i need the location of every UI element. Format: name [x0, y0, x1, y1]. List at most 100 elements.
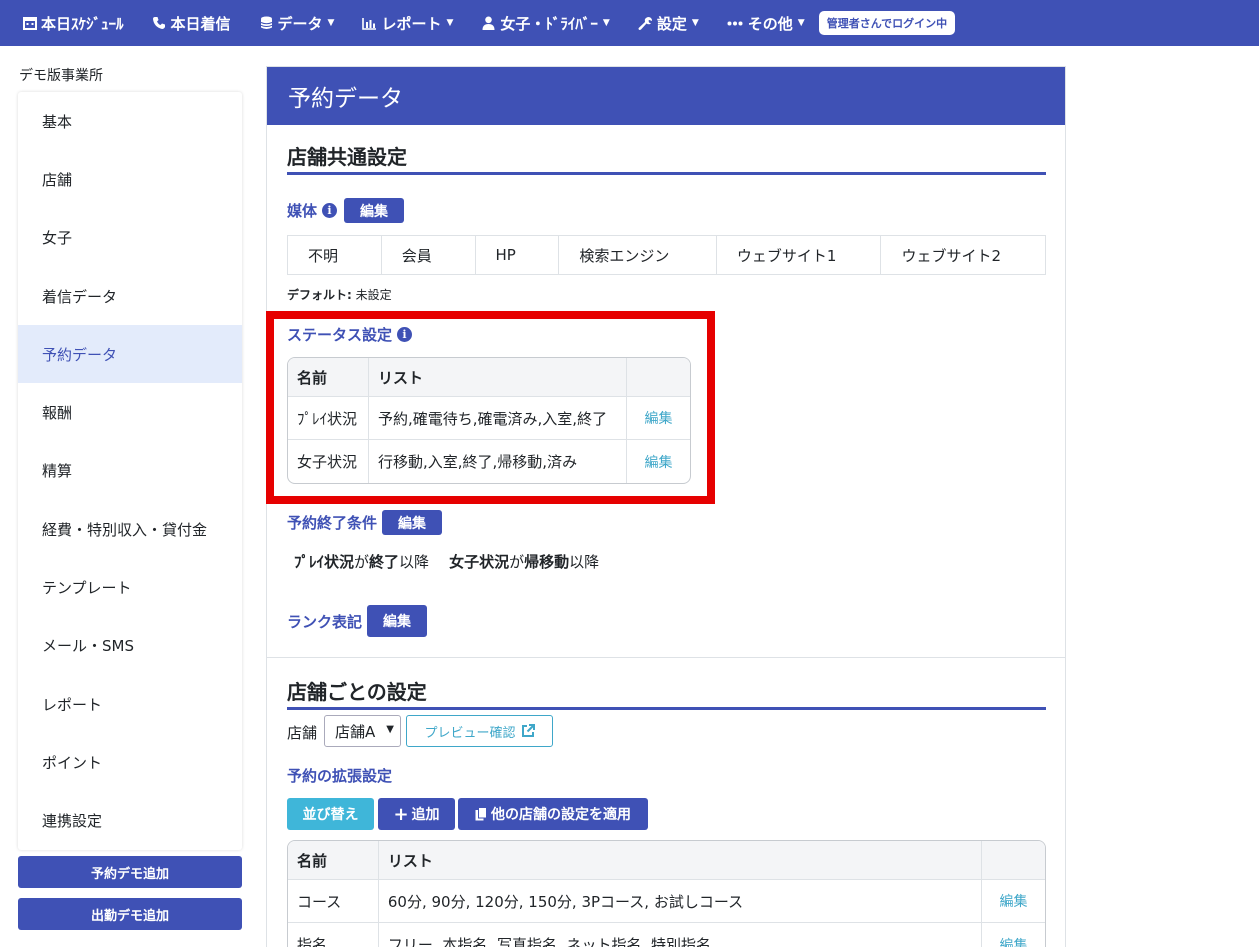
sort-button[interactable]: 並び替え: [287, 798, 374, 830]
nav-report-menu[interactable]: レポート ▼: [362, 13, 453, 34]
end-cond-a-after: 以降: [399, 553, 430, 571]
preview-button[interactable]: プレビュー確認: [406, 715, 553, 747]
extension-name: 指名: [288, 923, 379, 947]
copy-icon: [475, 807, 487, 821]
shop-label: 店舗: [287, 724, 318, 742]
database-icon: [259, 16, 274, 31]
add-button[interactable]: + 追加: [378, 798, 455, 830]
extension-table: 名前 リスト コース 60分, 90分, 120分, 150分, 3Pコース, …: [287, 840, 1046, 947]
end-condition-text: ﾌﾟﾚｲ状況が終了以降 女子状況が帰移動以降: [294, 551, 599, 572]
extension-edit-link[interactable]: 編集: [1000, 935, 1028, 947]
end-cond-a-mid: が: [354, 553, 370, 571]
top-navbar: 本日ｽｹｼﾞｭｰﾙ 本日着信 データ ▼ レポート ▼ 女子・ﾄﾞﾗｲﾊﾞｰ ▼…: [0, 0, 1259, 46]
apply-other-shop-button[interactable]: 他の店舗の設定を適用: [458, 798, 648, 830]
extension-list: フリー, 本指名, 写真指名, ネット指名, 特別指名: [379, 923, 983, 947]
rank-header: ランク表記 編集: [287, 605, 428, 637]
extension-list: 60分, 90分, 120分, 150分, 3Pコース, お試しコース: [379, 880, 983, 922]
chevron-down-icon: ▼: [327, 18, 335, 28]
extension-name: コース: [288, 880, 379, 922]
end-condition-label: 予約終了条件: [287, 514, 378, 532]
extension-edit-link[interactable]: 編集: [1000, 891, 1028, 911]
column-header-name: 名前: [288, 841, 379, 879]
nav-data-menu[interactable]: データ ▼: [259, 13, 335, 34]
calendar-icon: [22, 16, 37, 31]
nav-data-label: データ: [277, 14, 323, 33]
sidebar-item-call-data[interactable]: 着信データ: [18, 267, 242, 325]
sidebar-item-report[interactable]: レポート: [18, 675, 242, 733]
end-cond-b-after: 以降: [569, 553, 600, 571]
plus-icon: +: [393, 803, 409, 825]
column-header-action: [982, 841, 1045, 879]
end-condition-header: 予約終了条件 編集: [287, 510, 443, 535]
add-demo-reservation-button[interactable]: 予約デモ追加: [18, 856, 242, 888]
section-divider: [267, 657, 1065, 658]
page-title: 予約データ: [267, 67, 1065, 125]
sidebar-item-settlement[interactable]: 精算: [18, 442, 242, 500]
shop-select-value: 店舗A: [335, 722, 376, 741]
sidebar: 基本 店舗 女子 着信データ 予約データ 報酬 精算 経費・特別収入・貸付金 テ…: [18, 92, 242, 850]
nav-settings-label: 設定: [656, 14, 687, 33]
end-cond-b-mid: が: [509, 553, 525, 571]
extension-settings-label: 予約の拡張設定: [287, 767, 393, 785]
nav-today-schedule-label: 本日ｽｹｼﾞｭｰﾙ: [41, 14, 124, 33]
default-value: 未設定: [355, 288, 392, 302]
common-settings-title: 店舗共通設定: [287, 141, 1046, 175]
column-header-list: リスト: [379, 841, 983, 879]
table-header-row: 名前 リスト: [288, 841, 1045, 880]
bar-chart-icon: [362, 16, 377, 31]
sidebar-item-reservation-data[interactable]: 予約データ: [18, 325, 242, 384]
login-status-badge: 管理者さんでログイン中: [818, 11, 956, 35]
add-button-label: 追加: [411, 807, 440, 823]
media-default: デフォルト: 未設定: [287, 286, 392, 303]
media-cell: ウェブサイト2: [901, 246, 1001, 265]
shop-select[interactable]: 店舗A ▼: [324, 715, 401, 747]
per-shop-settings-title: 店舗ごとの設定: [287, 676, 1046, 710]
sidebar-item-shop[interactable]: 店舗: [18, 150, 242, 208]
chevron-down-icon: ▼: [602, 18, 610, 28]
media-cell: ウェブサイト1: [717, 236, 882, 274]
media-row: 媒体 i 編集: [287, 198, 405, 223]
table-row: 指名 フリー, 本指名, 写真指名, ネット指名, 特別指名 編集: [288, 923, 1045, 947]
main-panel: 予約データ 店舗共通設定 媒体 i 編集 不明 会員 HP 検索エンジン ウェブ…: [266, 66, 1066, 947]
sidebar-item-point[interactable]: ポイント: [18, 733, 242, 791]
nav-today-calls-label: 本日着信: [170, 14, 231, 33]
end-cond-a-value: 終了: [369, 553, 400, 571]
external-link-icon: [521, 724, 535, 738]
phone-icon: [152, 16, 167, 31]
nav-settings-menu[interactable]: 設定 ▼: [638, 13, 699, 34]
nav-other-label: その他: [747, 14, 793, 33]
preview-button-label: プレビュー確認: [424, 725, 516, 741]
highlight-box: [266, 311, 715, 504]
sidebar-item-integration[interactable]: 連携設定: [18, 792, 242, 850]
chevron-down-icon: ▼: [386, 724, 394, 735]
add-demo-attendance-button[interactable]: 出勤デモ追加: [18, 898, 242, 930]
info-icon[interactable]: i: [322, 203, 338, 218]
chevron-down-icon: ▼: [446, 18, 454, 28]
rank-label: ランク表記: [287, 612, 363, 631]
rank-edit-button[interactable]: 編集: [367, 605, 428, 637]
sidebar-item-expenses[interactable]: 経費・特別収入・貸付金: [18, 500, 242, 558]
media-cell: 不明: [288, 236, 382, 274]
nav-other-menu[interactable]: その他 ▼: [727, 13, 805, 34]
wrench-icon: [638, 16, 653, 31]
media-cell: HP: [476, 236, 560, 274]
end-cond-b-value: 帰移動: [524, 553, 570, 571]
table-row: コース 60分, 90分, 120分, 150分, 3Pコース, お試しコース …: [288, 880, 1045, 923]
sidebar-item-basic[interactable]: 基本: [18, 92, 242, 150]
end-condition-edit-button[interactable]: 編集: [382, 510, 443, 535]
sidebar-item-template[interactable]: テンプレート: [18, 558, 242, 616]
sidebar-item-mail-sms[interactable]: メール・SMS: [18, 617, 242, 675]
nav-today-calls[interactable]: 本日着信: [152, 13, 231, 34]
media-table: 不明 会員 HP 検索エンジン ウェブサイト1 ウェブサイト2: [287, 235, 1046, 275]
nav-staff-menu[interactable]: 女子・ﾄﾞﾗｲﾊﾞｰ ▼: [481, 13, 610, 34]
media-edit-button[interactable]: 編集: [344, 198, 405, 223]
media-cell: 会員: [382, 236, 476, 274]
apply-other-shop-label: 他の店舗の設定を適用: [491, 807, 631, 823]
nav-today-schedule[interactable]: 本日ｽｹｼﾞｭｰﾙ: [22, 13, 124, 34]
office-name: デモ版事業所: [19, 68, 103, 84]
ellipsis-icon: [727, 16, 744, 31]
user-icon: [481, 16, 496, 31]
nav-staff-label: 女子・ﾄﾞﾗｲﾊﾞｰ: [500, 14, 598, 33]
sidebar-item-girls[interactable]: 女子: [18, 209, 242, 267]
sidebar-item-reward[interactable]: 報酬: [18, 383, 242, 441]
